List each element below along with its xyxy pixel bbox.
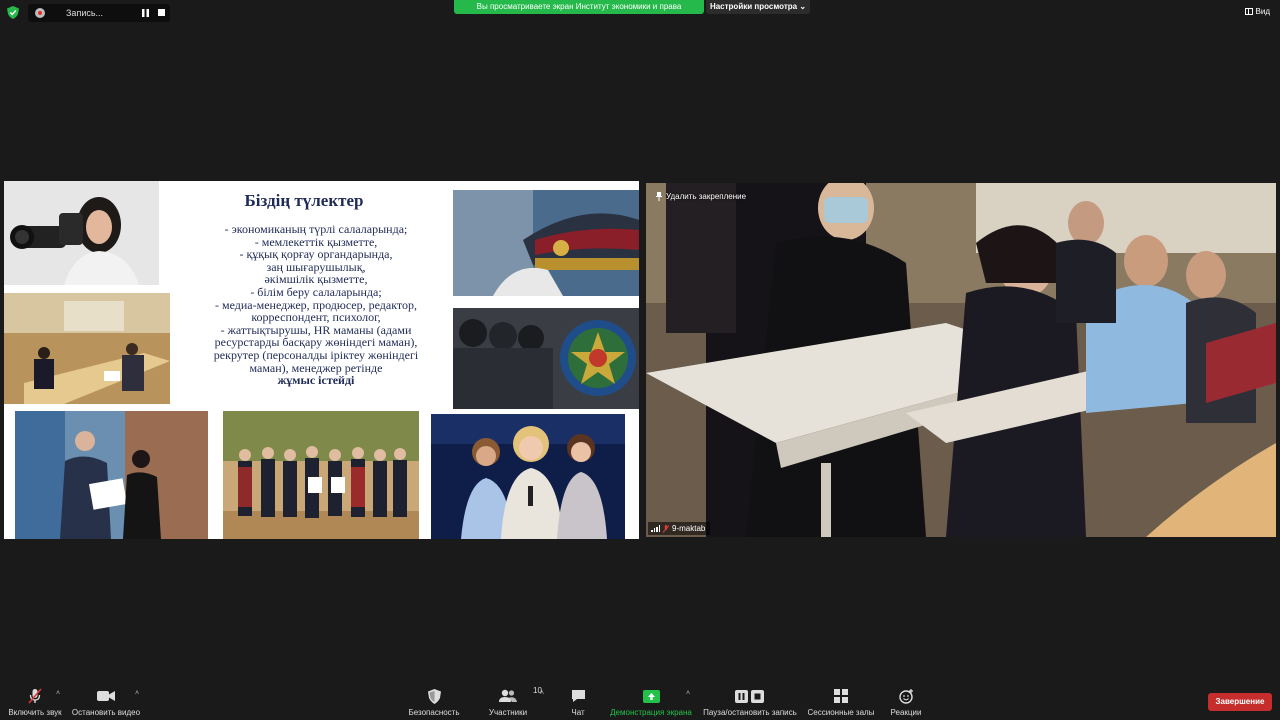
reactions-smiley-icon [898,688,913,704]
pin-icon [656,192,662,201]
share-screen-icon [642,689,660,703]
slide-line: - құқық қорғау органдарында, [239,247,393,262]
pause-recording-icon[interactable] [141,9,150,17]
slide-line-closing: жұмыс істейді [277,373,355,388]
recording-indicator: Запись... [28,4,170,22]
share-options-caret-icon[interactable]: ˄ [686,690,690,697]
unpin-button[interactable]: Удалить закрепление [656,192,746,201]
unmute-label: Включить звук [8,708,62,717]
chevron-down-icon: ⌄ [799,2,807,11]
shield-check-icon[interactable] [7,6,19,19]
slide-title: Біздің түлектер [244,191,364,210]
video-camera-icon [97,691,115,701]
breakout-rooms-label: Сессионные залы [807,708,875,717]
stop-video-label: Остановить видео [71,708,141,717]
mic-muted-icon [663,524,669,533]
slide-graduate-list: - экономиканың түрлі салаларында; - мемл… [176,223,456,387]
participants-button[interactable]: 10 Участники [484,682,542,720]
pause-record-label: Пауза/остановить запись [703,708,797,717]
view-button[interactable]: Вид [1244,7,1270,16]
reactions-label: Реакции [890,708,922,717]
meeting-toolbar: Включить звук ˄ Остановить видео ˄ Безоп… [0,682,1280,720]
view-settings-button[interactable]: Настройки просмотра ⌄ [706,0,810,14]
breakout-rooms-icon [834,689,848,703]
video-options-caret-icon[interactable]: ˄ [135,690,139,697]
unmute-button[interactable]: Включить звук [6,682,64,720]
security-button[interactable]: Безопасность [406,682,462,720]
reactions-button[interactable]: Реакции [886,682,926,720]
view-settings-label: Настройки просмотра [709,2,798,11]
security-label: Безопасность [408,708,460,717]
participant-video[interactable]: Удалить закрепление 9-maktab [646,183,1276,537]
photographer-photo [4,181,159,285]
participant-name-tag: 9-maktab [648,522,711,535]
meeting-room-photo [4,293,170,404]
stop-video-button[interactable]: Остановить видео [70,682,142,720]
view-layout-icon [1244,8,1253,15]
stop-recording-icon[interactable] [157,9,166,17]
shared-screen-slide: Біздің түлектер - экономиканың түрлі сал… [4,181,639,539]
slide-line: - білім беру салаларында; [250,284,382,299]
slide-line: - экономиканың түрлі салаларында; [224,222,408,236]
chat-bubble-icon [571,690,585,702]
tv-presenters-photo [431,414,625,539]
participants-caret-icon[interactable]: ˄ [540,690,544,697]
recording-label: Запись... [66,8,104,18]
participants-icon [499,689,517,702]
chat-label: Чат [571,708,585,717]
pause-stop-record-icon [735,689,764,703]
participant-name: 9-maktab [672,524,706,533]
record-icon [35,8,45,18]
signal-strength-icon [651,525,660,532]
group-photo [223,411,419,539]
slide-line: корреспондент, психолог, [251,310,381,325]
chat-button[interactable]: Чат [562,682,594,720]
end-meeting-button[interactable]: Завершение [1208,693,1272,711]
share-screen-button[interactable]: Демонстрация экрана [606,682,696,720]
share-screen-label: Демонстрация экрана [610,708,692,717]
classroom-video-frame [646,183,1276,537]
police-cap-photo [453,190,639,296]
breakout-rooms-button[interactable]: Сессионные залы [806,682,876,720]
top-bar: Запись... Вы просматриваете экран Инстит… [0,0,1280,26]
pause-record-button[interactable]: Пауза/остановить запись [700,682,800,720]
audio-options-caret-icon[interactable]: ˄ [56,690,60,697]
participants-label: Участники [488,708,528,717]
award-ceremony-photo [15,411,208,539]
security-shield-icon [427,688,441,704]
view-button-label: Вид [1255,7,1270,16]
screen-share-banner: Вы просматриваете экран Институт экономи… [454,0,704,14]
unpin-label: Удалить закрепление [666,192,747,201]
slide-line: рекрутер (персоналды іріктеу жөніндегі [213,347,419,362]
special-forces-photo [453,308,639,409]
mic-off-icon [28,688,42,704]
